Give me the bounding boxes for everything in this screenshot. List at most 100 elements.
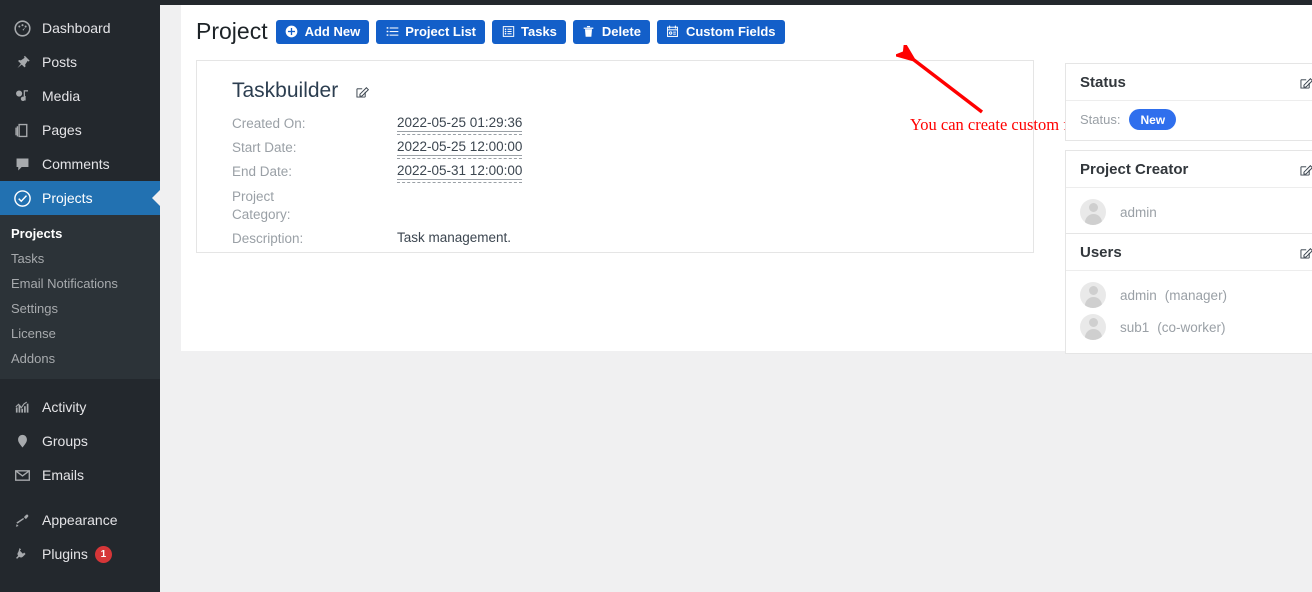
sidebar-item-pages[interactable]: Pages	[0, 113, 160, 147]
table-row: Project Category:	[197, 185, 1033, 227]
panel-title: Project Creator	[1080, 161, 1189, 178]
sidebar-subitem-projects[interactable]: Projects	[0, 221, 160, 246]
page-header: Project Add New Project List Tasks Delet…	[181, 5, 1312, 49]
panel-title: Users	[1080, 244, 1122, 261]
sidebar-item-appearance[interactable]: Appearance	[0, 503, 160, 537]
sidebar-item-label: Projects	[42, 190, 93, 206]
meta-value[interactable]: Task management.	[397, 227, 1033, 251]
list-item: admin	[1080, 196, 1312, 228]
meta-label: Start Date:	[232, 140, 297, 156]
sidebar-item-media[interactable]: Media	[0, 79, 160, 113]
sidebar-item-plugins[interactable]: Plugins 1	[0, 537, 160, 571]
list-icon	[385, 25, 399, 39]
button-label: Add New	[304, 24, 361, 39]
list-item: sub1 (co-worker)	[1080, 311, 1312, 343]
status-label: Status:	[1080, 112, 1121, 127]
pages-icon	[11, 120, 33, 140]
pin-icon	[11, 52, 33, 72]
panel-header: Users	[1066, 234, 1312, 271]
panel-body: admin	[1066, 188, 1312, 238]
sidebar-item-emails[interactable]: Emails	[0, 458, 160, 492]
delete-button[interactable]: Delete	[572, 19, 650, 44]
admin-sidebar: Dashboard Posts Media Pages Comments Pro…	[0, 0, 160, 592]
sidebar-item-label: Comments	[42, 156, 110, 172]
sidebar-item-label: Dashboard	[42, 20, 111, 36]
plug-icon	[11, 544, 33, 564]
custom-fields-button[interactable]: Custom Fields	[656, 19, 785, 44]
comments-icon	[11, 154, 33, 174]
screen-root: Dashboard Posts Media Pages Comments Pro…	[0, 0, 1312, 592]
end-date-value[interactable]: 2022-05-31 12:00:00	[397, 163, 523, 184]
sidebar-submenu-projects: Projects Tasks Email Notifications Setti…	[0, 215, 160, 379]
edit-pencil-icon[interactable]	[1298, 75, 1312, 91]
meta-value[interactable]: 2022-05-25 12:00:00	[397, 136, 1033, 160]
sidebar-item-groups[interactable]: Groups	[0, 424, 160, 458]
meta-label: End Date:	[232, 164, 293, 180]
meta-value[interactable]: 2022-05-31 12:00:00	[397, 160, 1033, 184]
sidebar-item-comments[interactable]: Comments	[0, 147, 160, 181]
sidebar-item-label: Plugins	[42, 546, 88, 562]
panel-body: admin (manager) sub1 (co-worker)	[1066, 271, 1312, 353]
brush-icon	[11, 510, 33, 530]
status-badge: New	[1129, 109, 1177, 130]
sidebar-subitem-tasks[interactable]: Tasks	[0, 246, 160, 271]
sidebar-subitem-license[interactable]: License	[0, 321, 160, 346]
table-row: Created On: 2022-05-25 01:29:36	[197, 112, 1033, 136]
button-label: Custom Fields	[685, 24, 776, 39]
media-icon	[11, 86, 33, 106]
sidebar-item-label: Activity	[42, 399, 87, 415]
sidebar-item-label: Appearance	[42, 512, 118, 528]
trash-icon	[582, 25, 596, 39]
groups-icon	[11, 431, 33, 451]
sidebar-spacer-top	[0, 0, 160, 11]
tasks-button[interactable]: Tasks	[492, 19, 566, 44]
plus-circle-icon	[285, 25, 299, 39]
sidebar-item-projects[interactable]: Projects	[0, 181, 160, 215]
meta-label: Project Category:	[197, 185, 397, 227]
sidebar-item-activity[interactable]: Activity	[0, 390, 160, 424]
user-role: (manager)	[1164, 287, 1228, 303]
table-row: End Date: 2022-05-31 12:00:00	[197, 160, 1033, 184]
envelope-icon	[11, 465, 33, 485]
panel-body: Status: New	[1066, 101, 1312, 140]
start-date-value[interactable]: 2022-05-25 12:00:00	[397, 139, 523, 160]
created-on-value[interactable]: 2022-05-25 01:29:36	[397, 115, 523, 135]
page-title: Project	[196, 17, 268, 44]
user-role: (co-worker)	[1157, 319, 1226, 335]
edit-pencil-icon[interactable]	[1298, 245, 1312, 261]
project-meta-table: Created On: 2022-05-25 01:29:36 Start Da…	[197, 112, 1033, 251]
user-name: admin	[1120, 287, 1157, 303]
plugins-update-badge: 1	[94, 545, 112, 563]
button-label: Delete	[601, 24, 641, 39]
button-label: Project List	[405, 24, 477, 39]
project-name: Taskbuilder	[232, 79, 339, 102]
list-alt-icon	[501, 25, 515, 39]
table-row: Description: Task management.	[197, 227, 1033, 251]
avatar	[1080, 282, 1106, 308]
panel-title: Status	[1080, 74, 1126, 91]
users-panel: Users admin (manager) sub1 (co-worker)	[1065, 233, 1312, 354]
list-item: admin (manager)	[1080, 279, 1312, 311]
sidebar-subitem-addons[interactable]: Addons	[0, 346, 160, 371]
sidebar-subitem-email-notifications[interactable]: Email Notifications	[0, 271, 160, 296]
sidebar-item-label: Emails	[42, 467, 85, 483]
project-list-button[interactable]: Project List	[376, 19, 486, 44]
edit-pencil-icon[interactable]	[1298, 162, 1312, 178]
table-row: Start Date: 2022-05-25 12:00:00	[197, 136, 1033, 160]
sidebar-item-label: Posts	[42, 54, 78, 70]
avatar	[1080, 199, 1106, 225]
sidebar-item-posts[interactable]: Posts	[0, 45, 160, 79]
status-panel: Status Status: New	[1065, 63, 1312, 141]
project-title-row: Taskbuilder	[197, 79, 1033, 103]
meta-value[interactable]	[397, 185, 1033, 227]
status-row: Status: New	[1080, 109, 1312, 130]
button-label: Tasks	[521, 24, 557, 39]
edit-pencil-icon[interactable]	[354, 83, 370, 99]
sidebar-item-label: Groups	[42, 433, 88, 449]
sidebar-subitem-settings[interactable]: Settings	[0, 296, 160, 321]
add-new-button[interactable]: Add New	[275, 19, 370, 44]
sidebar-item-dashboard[interactable]: Dashboard	[0, 11, 160, 45]
sidebar-item-label: Pages	[42, 122, 82, 138]
